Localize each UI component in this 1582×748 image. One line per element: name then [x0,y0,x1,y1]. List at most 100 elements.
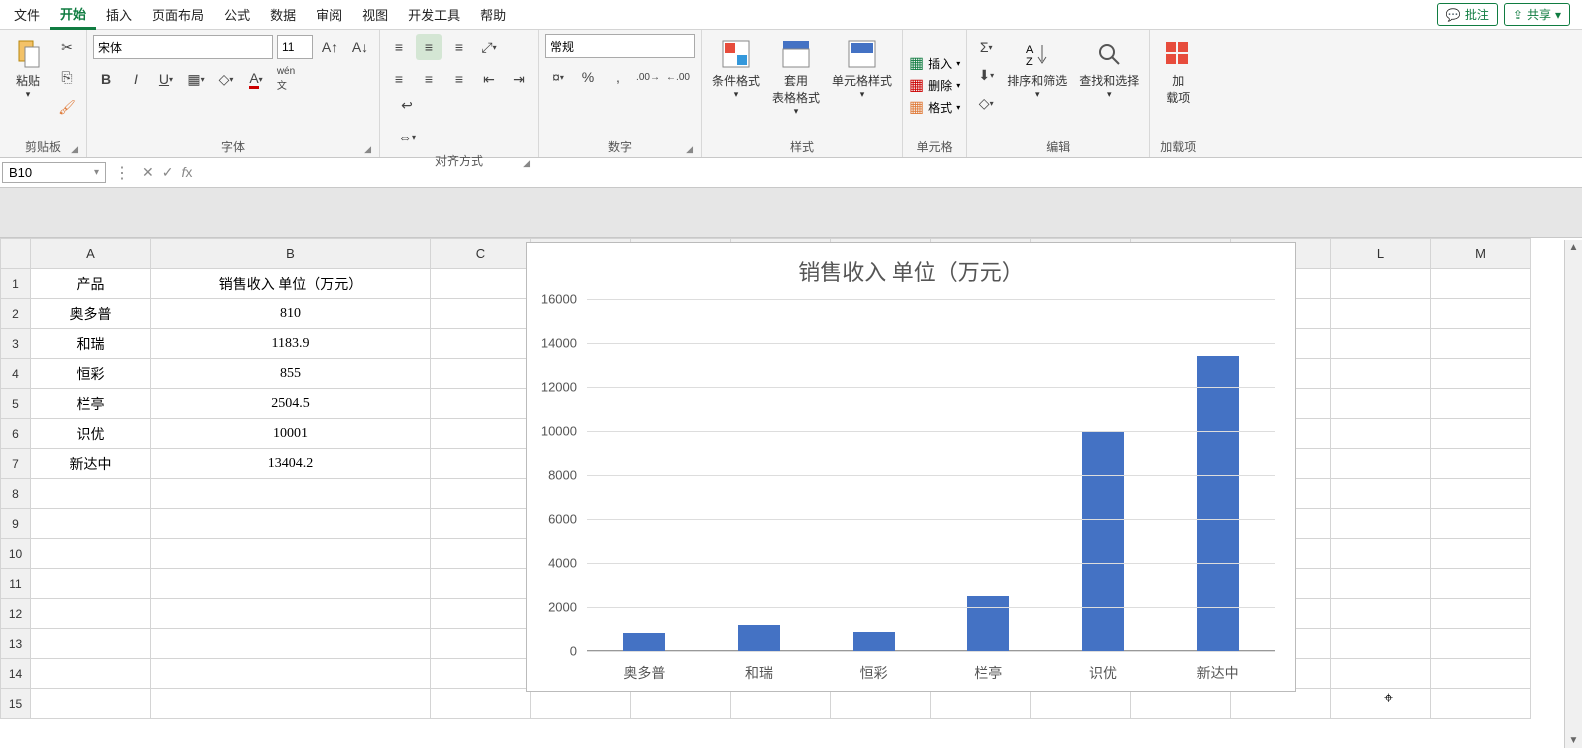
cell[interactable] [431,599,531,629]
number-format-select[interactable] [545,34,695,58]
row-header[interactable]: 15 [1,689,31,719]
cell[interactable] [1331,599,1431,629]
cell[interactable]: 新达中 [31,449,151,479]
cell[interactable] [151,629,431,659]
border-button[interactable]: ▦▾ [183,66,209,92]
row-header[interactable]: 11 [1,569,31,599]
cell[interactable] [1131,689,1231,719]
fx-button[interactable]: fx [181,164,192,181]
sort-filter-button[interactable]: AZ 排序和筛选▾ [1003,34,1071,102]
cell[interactable] [31,659,151,689]
align-middle-button[interactable]: ≡ [416,34,442,60]
cell[interactable] [31,569,151,599]
cell[interactable] [431,629,531,659]
cell[interactable] [1431,389,1531,419]
cell[interactable] [1431,299,1531,329]
row-header[interactable]: 7 [1,449,31,479]
autosum-button[interactable]: Σ▾ [973,34,999,60]
cell[interactable] [1431,449,1531,479]
align-center-button[interactable]: ≡ [416,66,442,92]
row-header[interactable]: 4 [1,359,31,389]
cell[interactable] [431,299,531,329]
cell[interactable]: 810 [151,299,431,329]
cell[interactable] [1331,449,1431,479]
clipboard-launcher[interactable]: ◢ [71,144,78,155]
underline-button[interactable]: U▾ [153,66,179,92]
tab-help[interactable]: 帮助 [470,1,516,28]
cell[interactable] [1331,539,1431,569]
cell[interactable] [151,659,431,689]
addins-button[interactable]: 加 载项 [1156,34,1200,108]
cell[interactable] [31,509,151,539]
tab-dev[interactable]: 开发工具 [398,1,470,28]
cell[interactable] [31,599,151,629]
cancel-formula-button[interactable]: ✕ [142,164,154,181]
merge-button[interactable]: ⇔▾ [394,124,420,150]
cell[interactable] [1331,509,1431,539]
find-select-button[interactable]: 查找和选择▾ [1075,34,1143,102]
cell[interactable]: 2504.5 [151,389,431,419]
cell[interactable] [431,689,531,719]
cell[interactable] [1331,689,1431,719]
cell[interactable]: 和瑞 [31,329,151,359]
col-header-C[interactable]: C [431,239,531,269]
cell[interactable] [151,479,431,509]
cell[interactable] [1431,359,1531,389]
delete-cells-button[interactable]: ▦删除▾ [909,75,960,95]
align-right-button[interactable]: ≡ [446,66,472,92]
phonetic-button[interactable]: wén文 [273,66,299,92]
embedded-chart[interactable]: 销售收入 单位（万元） 0200040006000800010000120001… [526,242,1296,692]
align-bottom-button[interactable]: ≡ [446,34,472,60]
fill-color-button[interactable]: ◇▾ [213,66,239,92]
number-launcher[interactable]: ◢ [686,144,693,155]
cell[interactable]: 栏亭 [31,389,151,419]
row-header[interactable]: 3 [1,329,31,359]
name-box[interactable]: B10 ▾ [2,162,106,183]
accounting-button[interactable]: ¤▾ [545,64,571,90]
cell[interactable] [1331,569,1431,599]
cell[interactable] [1431,509,1531,539]
increase-font-button[interactable]: A↑ [317,34,343,60]
select-all-corner[interactable] [1,239,31,269]
cell[interactable] [1431,419,1531,449]
cell[interactable] [1331,419,1431,449]
col-header-B[interactable]: B [151,239,431,269]
cell[interactable] [431,569,531,599]
decrease-font-button[interactable]: A↓ [347,34,373,60]
cell[interactable] [431,479,531,509]
cell[interactable] [1331,329,1431,359]
cell[interactable] [531,689,631,719]
cell[interactable] [1331,389,1431,419]
clear-button[interactable]: ◇▾ [973,90,999,116]
font-launcher[interactable]: ◢ [364,144,371,155]
cell[interactable]: 销售收入 单位（万元） [151,269,431,299]
font-size-select[interactable] [277,35,313,59]
row-header[interactable]: 10 [1,539,31,569]
cell[interactable] [731,689,831,719]
font-name-select[interactable] [93,35,273,59]
cell[interactable] [151,689,431,719]
cell[interactable]: 奥多普 [31,299,151,329]
cell[interactable] [431,509,531,539]
decrease-decimal-button[interactable]: ←.00 [665,64,691,90]
indent-increase-button[interactable]: ⇥ [506,66,532,92]
col-header-A[interactable]: A [31,239,151,269]
row-header[interactable]: 12 [1,599,31,629]
cell[interactable] [431,329,531,359]
cell[interactable] [151,539,431,569]
cell[interactable] [1431,659,1531,689]
cell[interactable] [1431,539,1531,569]
enter-formula-button[interactable]: ✓ [162,164,174,181]
indent-decrease-button[interactable]: ⇤ [476,66,502,92]
cell[interactable] [1331,359,1431,389]
align-left-button[interactable]: ≡ [386,66,412,92]
cell[interactable] [151,569,431,599]
share-button[interactable]: ⇪ 共享 ▾ [1504,3,1570,26]
insert-cells-button[interactable]: ▦插入▾ [909,53,960,73]
row-header[interactable]: 6 [1,419,31,449]
row-header[interactable]: 2 [1,299,31,329]
format-painter-button[interactable]: 🖌 [54,94,80,120]
col-header-M[interactable]: M [1431,239,1531,269]
cell[interactable] [931,689,1031,719]
cell[interactable] [831,689,931,719]
